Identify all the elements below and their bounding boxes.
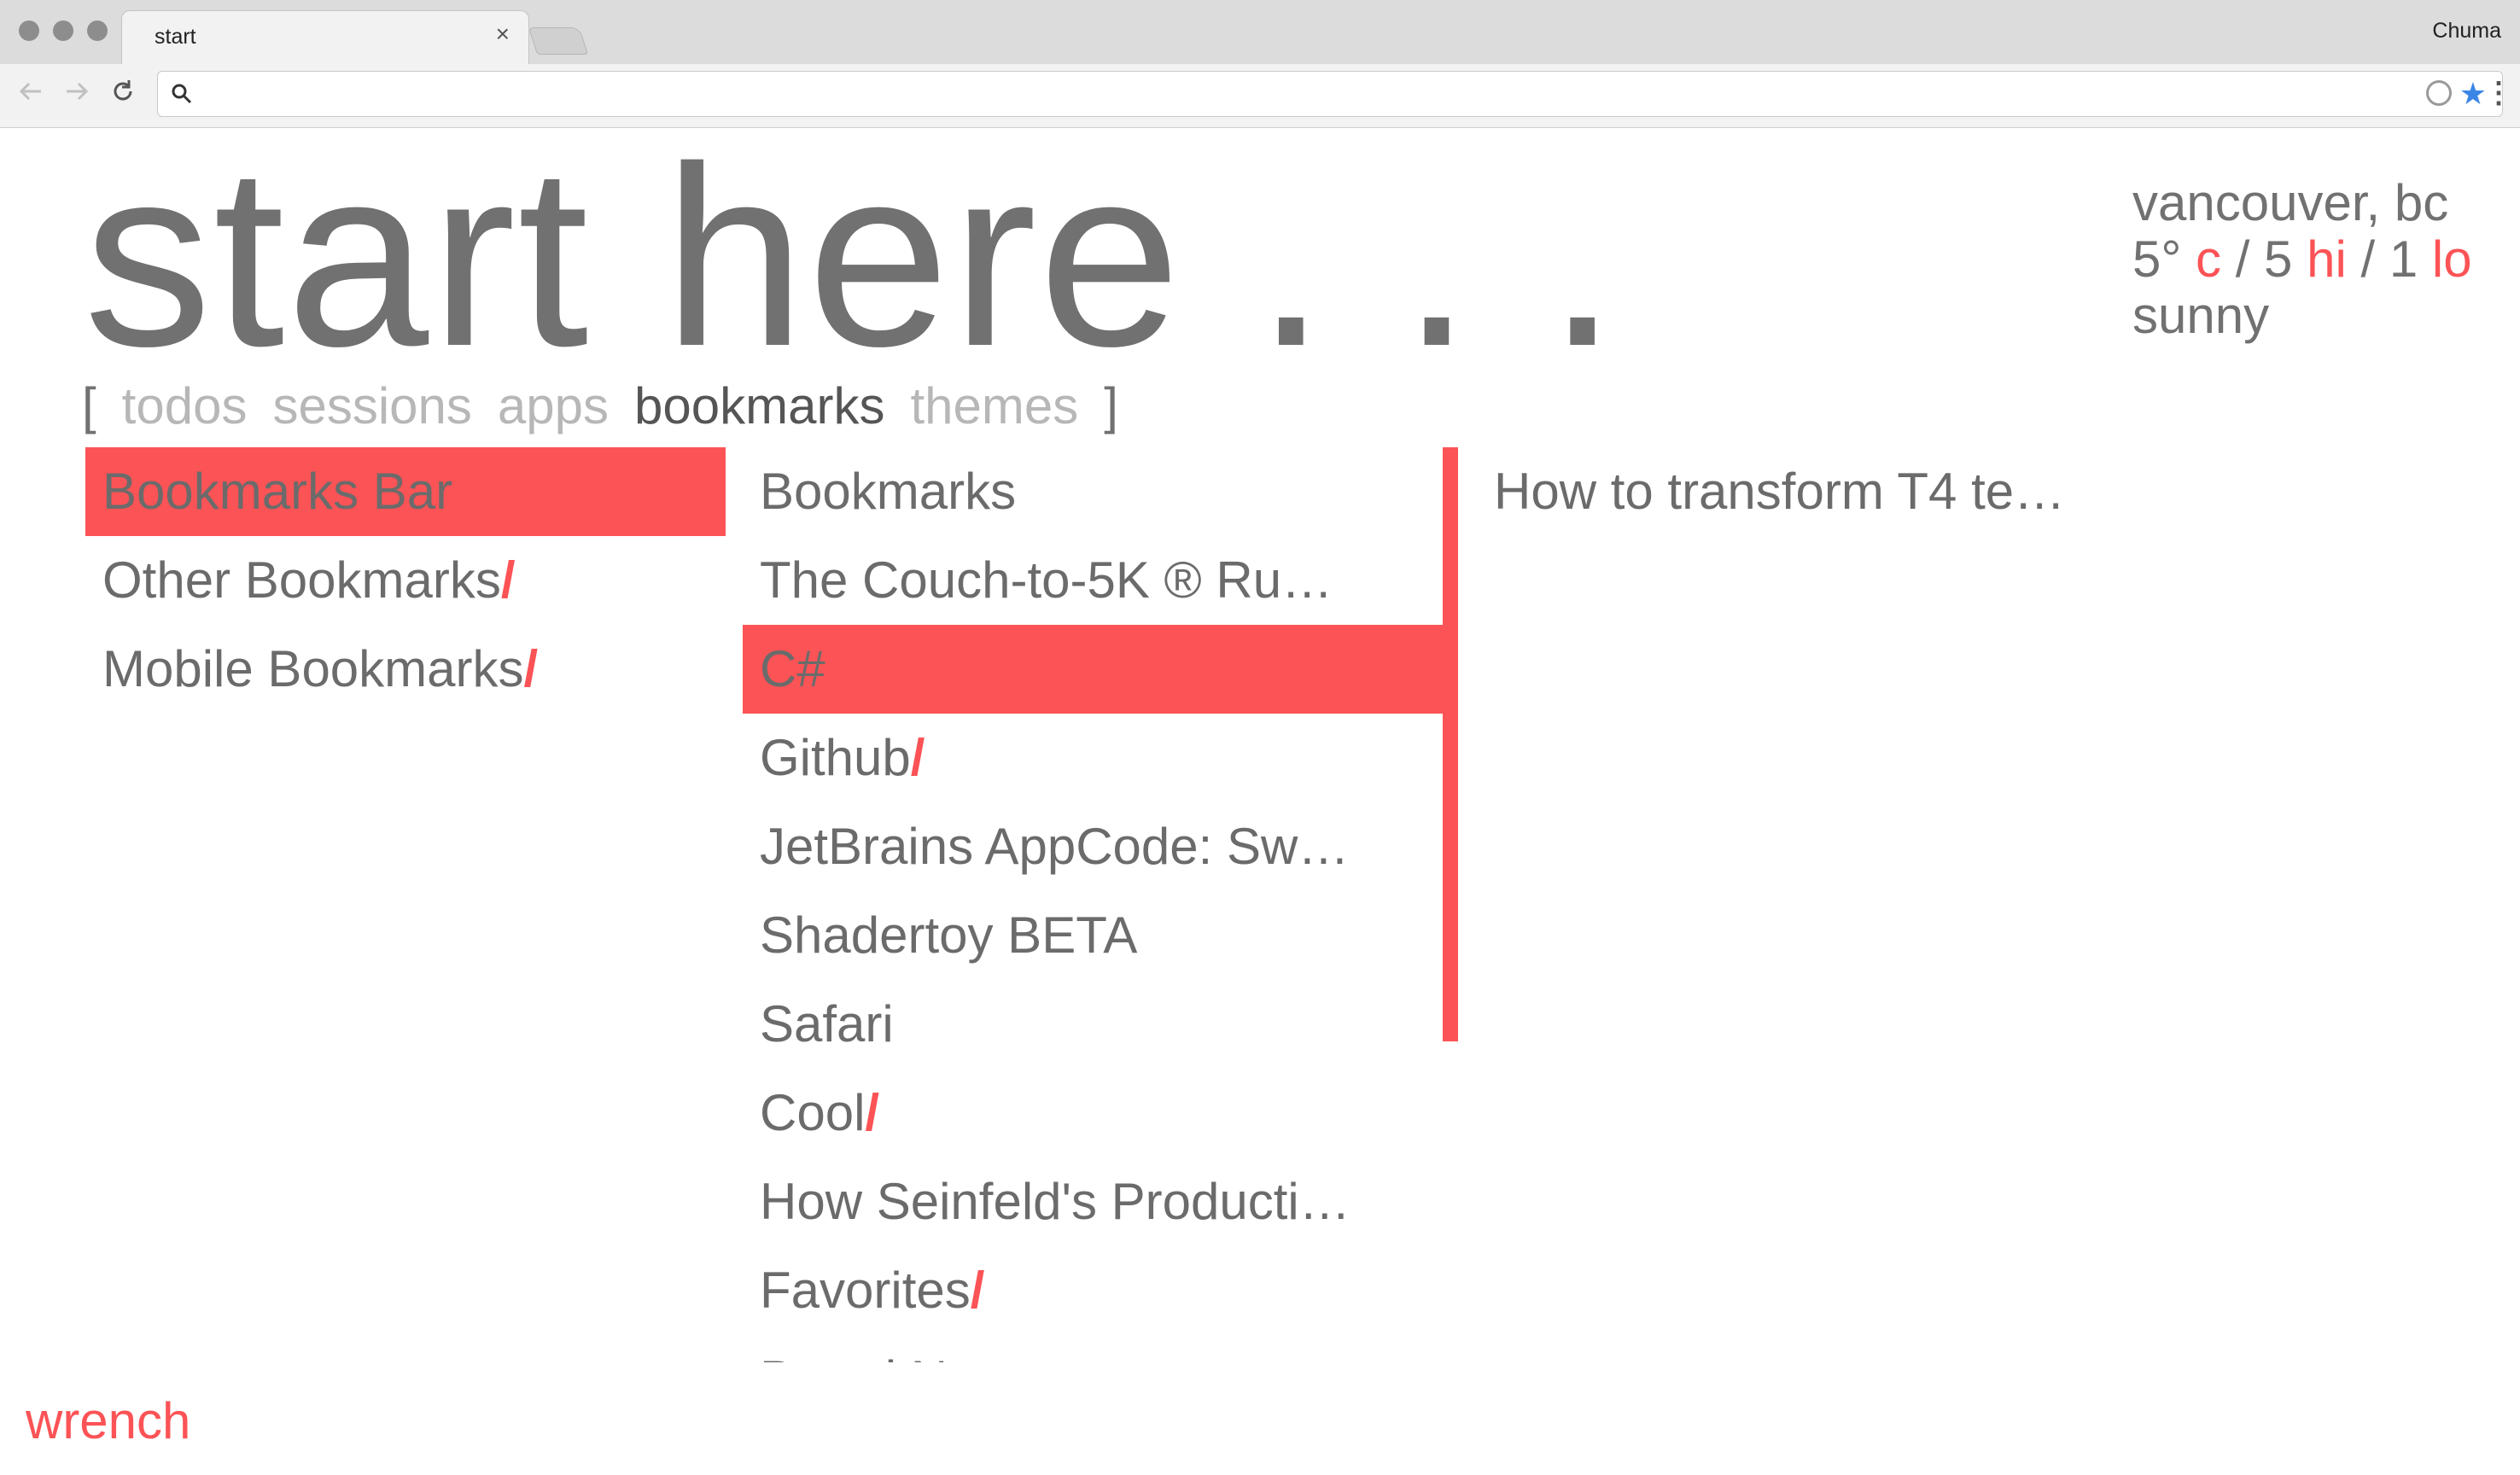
weather-unit: c (2196, 230, 2222, 288)
folder-marker: / (865, 1084, 880, 1141)
weather-temp: 5° (2132, 230, 2182, 288)
address-bar[interactable]: ★ (157, 71, 2503, 117)
tab-apps[interactable]: apps (498, 372, 609, 440)
tab-todos[interactable]: todos (122, 372, 248, 440)
weather-hi-label: hi (2307, 230, 2347, 288)
section-menu: [ todos sessions apps bookmarks themes] (82, 372, 1144, 440)
tab-sessions[interactable]: sessions (272, 372, 471, 440)
list-item[interactable]: The Couch-to-5K ® Ru… (743, 536, 1456, 625)
back-arrow-icon[interactable] (17, 78, 44, 113)
list-item[interactable]: How to transform T4 te… (1477, 447, 2245, 536)
weather-location: vancouver, bc (2132, 174, 2449, 231)
bookmark-roots-column: Bookmarks Bar Other Bookmarks/ Mobile Bo… (85, 447, 726, 714)
folder-marker: / (910, 729, 925, 786)
weather-condition: sunny (2132, 287, 2270, 344)
list-item[interactable]: JetBrains AppCode: Sw… (743, 802, 1456, 891)
new-tab-button[interactable] (528, 27, 589, 55)
list-item[interactable]: Shadertoy BETA (743, 891, 1456, 980)
list-item[interactable]: Board N… (743, 1335, 1456, 1362)
window-titlebar: start × Chuma (0, 0, 2520, 65)
list-item[interactable]: Cool/ (743, 1069, 1456, 1157)
tab-title: start (155, 25, 196, 49)
weather-widget: vancouver, bc 5° c / 5 hi / 1 lo sunny (2132, 175, 2472, 344)
browser-tab-start[interactable]: start × (121, 10, 529, 65)
weather-temps: 5° c / 5 hi / 1 lo (2132, 231, 2472, 288)
list-item-selected[interactable]: C# (743, 625, 1456, 714)
folder-marker: / (523, 640, 539, 697)
zoom-window-icon[interactable] (87, 20, 108, 41)
menu-icon[interactable]: ⋮ (2484, 76, 2513, 110)
forward-arrow-icon[interactable] (63, 78, 90, 113)
folder-marker: / (970, 1262, 985, 1319)
list-item[interactable]: Github/ (743, 714, 1456, 802)
extension-icon[interactable] (2426, 80, 2452, 106)
menu-open-bracket: [ (82, 377, 96, 434)
tab-bookmarks[interactable]: bookmarks (634, 372, 884, 440)
bookmark-star-icon[interactable]: ★ (2459, 75, 2487, 113)
csharp-folder-column: How to transform T4 te… (1477, 447, 2245, 536)
page-title: start here . . . (84, 113, 1620, 399)
list-item-mobile-bookmarks[interactable]: Mobile Bookmarks/ (85, 625, 726, 714)
list-item[interactable]: Safari (743, 980, 1456, 1069)
list-item[interactable]: Favorites/ (743, 1246, 1456, 1335)
weather-lo-value: / 1 (2360, 230, 2418, 288)
close-tab-icon[interactable]: × (496, 21, 510, 47)
minimize-window-icon[interactable] (53, 20, 73, 41)
weather-lo-label: lo (2431, 230, 2472, 288)
reload-icon[interactable] (109, 78, 137, 113)
column-scrollbar[interactable] (1443, 447, 1458, 1041)
bookmarks-bar-column[interactable]: Bookmarks The Couch-to-5K ® Ru… C# Githu… (743, 447, 1456, 1362)
menu-close-bracket: ] (1104, 377, 1118, 434)
weather-hi-value: / 5 (2235, 230, 2293, 288)
close-window-icon[interactable] (19, 20, 39, 41)
list-item-bookmarks-bar[interactable]: Bookmarks Bar (85, 447, 726, 536)
list-item[interactable]: Bookmarks (743, 447, 1456, 536)
list-item[interactable]: How Seinfeld's Producti… (743, 1157, 1456, 1246)
start-page: start here . . . vancouver, bc 5° c / 5 … (0, 128, 2520, 1475)
address-input[interactable] (201, 77, 2424, 113)
wrench-link[interactable]: wrench (26, 1391, 190, 1451)
list-item-other-bookmarks[interactable]: Other Bookmarks/ (85, 536, 726, 625)
tab-themes[interactable]: themes (910, 372, 1078, 440)
folder-marker: / (500, 551, 516, 609)
profile-name[interactable]: Chuma (2432, 19, 2501, 44)
search-icon (170, 82, 194, 110)
